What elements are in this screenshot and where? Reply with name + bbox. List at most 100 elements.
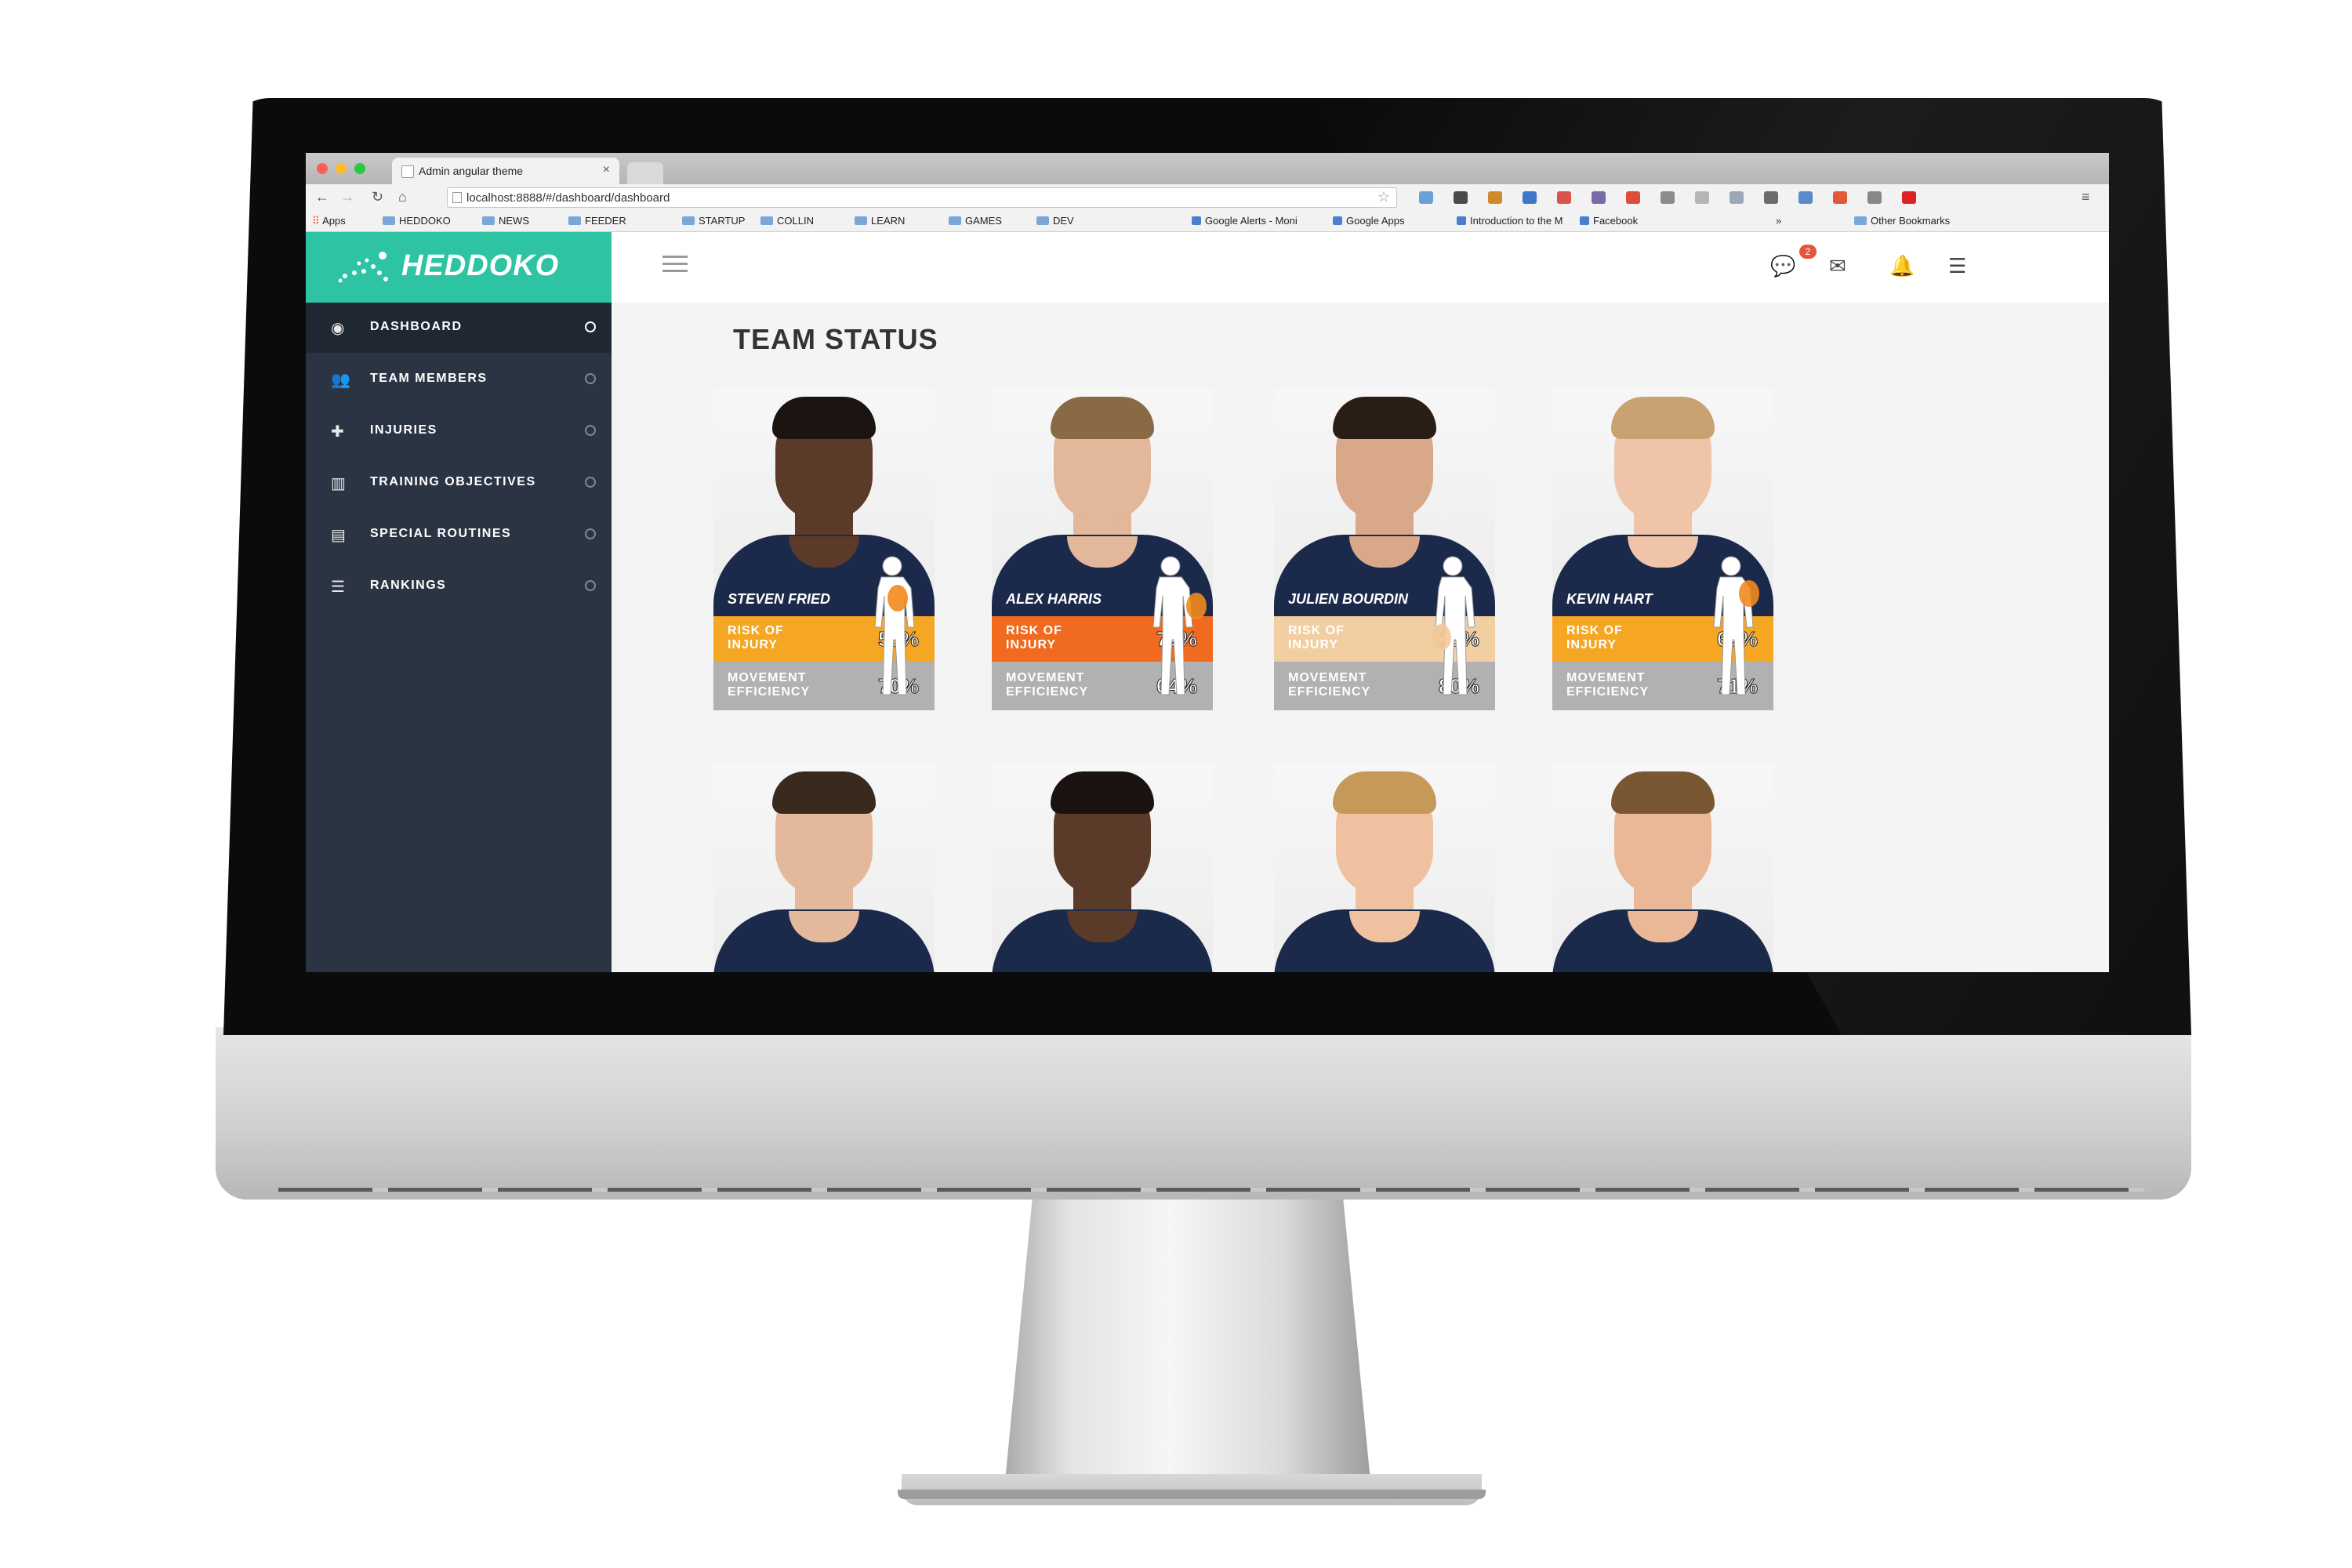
extension-icon[interactable] [1626,191,1640,204]
sidebar-item-rankings[interactable]: ☰ RANKINGS [306,561,612,612]
dashboard-icon: ◉ [331,320,345,337]
player-hair [1333,771,1436,814]
heddoko-app: HEDDOKO 💬 2 ✉ 🔔 ☰ ◉ DASHBOARD 👥 TEAM MEMBER… [306,232,2109,972]
bar-chart-icon: ▥ [331,475,346,492]
page-favicon-icon [1333,216,1342,225]
mail-icon[interactable]: ✉ [1829,254,1846,278]
bookmark-item[interactable]: Introduction to the M [1457,215,1563,227]
settings-list-icon[interactable]: ☰ [1948,254,1966,278]
browser-toolbar: ← → ↻ ⌂ localhost:8888/#/dashboard/dashb… [306,184,2109,211]
sidebar-item-label: TEAM MEMBERS [370,372,488,385]
menu-toggle-icon[interactable] [662,256,688,273]
player-name: JULIEN BOURDIN [1288,591,1409,607]
folder-icon [1036,216,1049,225]
bookmark-item[interactable]: COLLIN [760,215,814,227]
back-icon[interactable]: ← [315,189,329,205]
bookmark-item[interactable]: LEARN [855,215,905,227]
player-hair [1051,397,1154,439]
player-card[interactable] [992,764,1213,972]
bookmark-item[interactable]: Google Alerts - Moni [1192,215,1298,227]
extension-icon[interactable] [1867,191,1882,204]
player-card[interactable] [713,764,935,972]
extension-icon[interactable] [1764,191,1778,204]
bookmarks-bar: ⠿ Apps HEDDOKO NEWS FEEDER STARTUP COLLIN LEAR… [306,211,2109,232]
extension-icon[interactable] [1661,191,1675,204]
player-name: STEVEN FRIED [728,591,831,607]
minimize-window-button[interactable] [336,163,347,174]
bookmark-item[interactable]: FEEDER [568,215,626,227]
sidebar-item-special-routines[interactable]: ▤ SPECIAL ROUTINES [306,510,612,560]
url-bar[interactable]: localhost:8888/#/dashboard/dashboard ☆ [447,187,1397,208]
extension-icon[interactable] [1454,191,1468,204]
browser-menu-icon[interactable]: ≡ [2082,189,2090,205]
risk-label: RISK OF INJURY [1566,624,1623,652]
sidebar-item-label: INJURIES [370,423,437,437]
extension-icon[interactable] [1695,191,1709,204]
extension-icon[interactable] [1798,191,1813,204]
bookmark-label: Facebook [1593,215,1639,227]
bookmark-item[interactable]: Facebook [1580,215,1638,227]
player-card[interactable]: KEVIN HARTRISK OF INJURY62%MOVEMENT EFFI… [1552,389,1773,710]
bookmark-item[interactable]: » [1776,215,1781,227]
extension-icon[interactable] [1592,191,1606,204]
extension-icon[interactable] [1419,191,1433,204]
extension-icon[interactable] [1833,191,1847,204]
risk-label: RISK OF INJURY [1288,624,1345,652]
player-card[interactable]: JULIEN BOURDINRISK OF INJURY13%MOVEMENT … [1274,389,1495,710]
bookmark-item[interactable]: NEWS [482,215,529,227]
bookmark-label: Apps [322,215,346,227]
tab-close-icon[interactable]: × [603,163,610,177]
new-tab-button[interactable] [627,162,663,184]
player-card[interactable]: STEVEN FRIEDRISK OF INJURY53%MOVEMENT EF… [713,389,935,710]
bookmark-label: Introduction to the M [1470,215,1563,227]
bookmark-item[interactable]: Google Apps [1333,215,1404,227]
bookmark-item[interactable]: STARTUP [682,215,745,227]
page-favicon-icon [1192,216,1201,225]
extension-icon[interactable] [1557,191,1571,204]
sidebar-item-training-objectives[interactable]: ▥ TRAINING OBJECTIVES [306,458,612,508]
bookmark-label: LEARN [871,215,906,227]
maximize-window-button[interactable] [354,163,365,174]
bookmark-label: HEDDOKO [399,215,451,227]
chat-icon[interactable]: 💬 [1770,254,1795,278]
folder-icon [682,216,695,225]
folder-icon [568,216,581,225]
page-favicon-icon [1580,216,1589,225]
close-window-button[interactable] [317,163,328,174]
logo[interactable]: HEDDOKO [306,232,612,303]
sidebar-item-injuries[interactable]: ✚ INJURIES [306,406,612,456]
movement-label: MOVEMENT EFFICIENCY [1006,671,1089,699]
extension-icon[interactable] [1488,191,1502,204]
player-name: ALEX HARRIS [1006,591,1102,607]
bookmark-item[interactable]: ⠿ Apps [312,215,346,227]
player-card[interactable] [1274,764,1495,972]
bookmark-item[interactable]: DEV [1036,215,1074,227]
player-card[interactable] [1552,764,1773,972]
browser-tab[interactable]: Admin angular theme × [392,158,619,184]
bookmark-item[interactable]: HEDDOKO [383,215,451,227]
browser-tab-bar: Admin angular theme × [306,153,2109,184]
movement-label: MOVEMENT EFFICIENCY [1566,671,1650,699]
bell-icon[interactable]: 🔔 [1889,254,1915,278]
reload-icon[interactable]: ↻ [372,189,383,205]
monitor-vent [278,1188,2144,1192]
folder-icon [855,216,867,225]
folder-icon [1854,216,1867,225]
home-icon[interactable]: ⌂ [398,189,407,205]
bookmark-star-icon[interactable]: ☆ [1377,189,1390,205]
chevron-circle-icon [585,321,596,332]
extension-icon[interactable] [1902,191,1916,204]
player-card[interactable]: ALEX HARRISRISK OF INJURY72%MOVEMENT EFF… [992,389,1213,710]
forward-icon[interactable]: → [340,189,354,205]
card-icon: ▤ [331,527,346,544]
bookmark-item[interactable]: GAMES [949,215,1002,227]
extension-icon[interactable] [1523,191,1537,204]
bookmark-item[interactable]: Other Bookmarks [1854,215,1950,227]
sidebar-item-team-members[interactable]: 👥 TEAM MEMBERS [306,354,612,405]
chevron-circle-icon [585,528,596,539]
sidebar-item-label: SPECIAL ROUTINES [370,527,512,540]
sidebar-item-dashboard[interactable]: ◉ DASHBOARD [306,303,612,353]
apps-grid-icon: ⠿ [312,215,323,227]
monitor-stand [1004,1192,1372,1497]
extension-icon[interactable] [1730,191,1744,204]
